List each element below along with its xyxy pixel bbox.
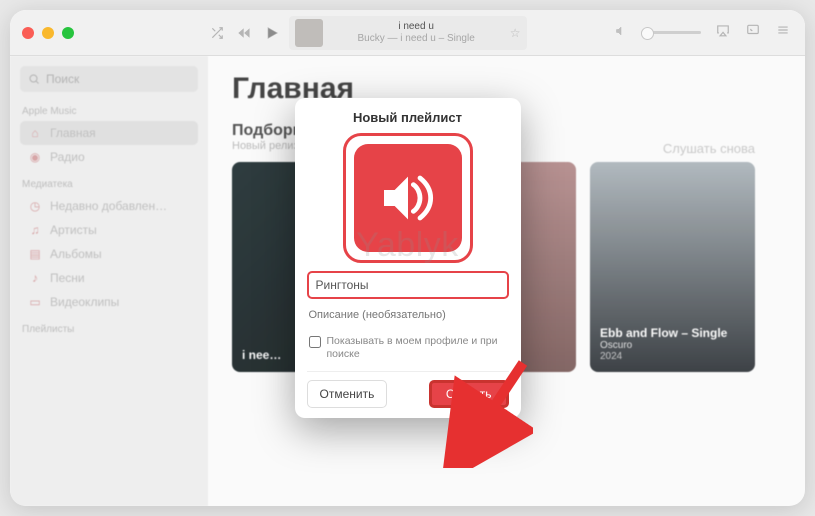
dialog-buttons: Отменить Создать <box>307 371 509 408</box>
dialog-title: Новый плейлист <box>307 110 509 125</box>
show-in-profile-checkbox[interactable] <box>309 336 321 348</box>
show-in-profile-row[interactable]: Показывать в моем профиле и при поиске <box>307 333 509 371</box>
playlist-name-input[interactable] <box>307 271 509 299</box>
create-button[interactable]: Создать <box>429 380 509 408</box>
playlist-cover[interactable] <box>343 133 473 263</box>
cancel-button[interactable]: Отменить <box>307 380 388 408</box>
app-window: i need u Bucky — i need u – Single ☆ Пои… <box>10 10 805 506</box>
speaker-icon <box>354 144 462 252</box>
modal-overlay: Новый плейлист Yablyk Показывать в моем … <box>10 10 805 506</box>
new-playlist-dialog: Новый плейлист Yablyk Показывать в моем … <box>295 98 521 418</box>
playlist-description-input[interactable] <box>307 305 509 325</box>
checkbox-label: Показывать в моем профиле и при поиске <box>327 335 507 361</box>
